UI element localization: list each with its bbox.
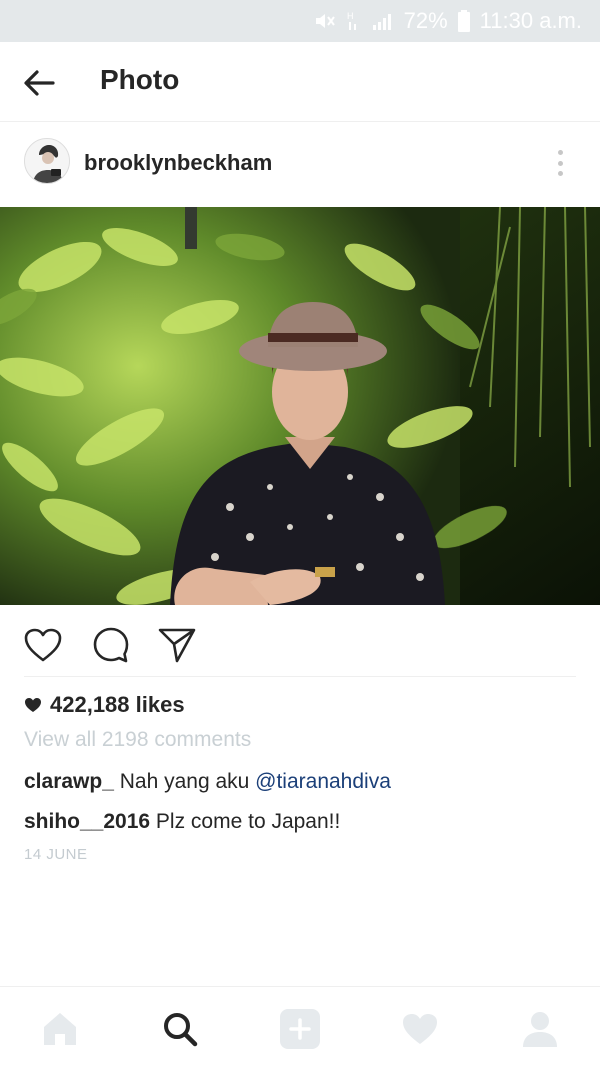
top-app-bar: Photo [0,42,600,122]
svg-text:H: H [347,11,354,21]
post-header: brooklynbeckham [0,122,600,207]
signal-icon [372,11,394,31]
likes-text: 422,188 likes [50,692,185,717]
likes-count[interactable]: 422,188 likes [24,692,185,718]
network-h-icon: H [346,10,362,32]
comment-icon[interactable] [90,625,132,665]
more-options-icon[interactable] [548,148,572,178]
bottom-navigation [0,986,600,1067]
view-all-comments-link[interactable]: View all 2198 comments [24,728,251,752]
comment-item: clarawp_ Nah yang aku @tiaranahdiva [24,770,391,794]
likes-heart-icon [25,698,41,712]
mute-icon [314,11,336,31]
status-bar: H 72% 11:30 a.m. [0,0,600,42]
back-button[interactable] [22,66,56,100]
profile-icon[interactable] [518,1007,562,1051]
status-time: 11:30 a.m. [479,8,582,33]
battery-percent: 72% [403,8,448,33]
activity-heart-icon[interactable] [398,1007,442,1051]
comment-mention[interactable]: @tiaranahdiva [255,770,391,793]
battery-icon [457,10,470,32]
avatar[interactable] [24,138,70,184]
actions-divider [24,676,576,677]
comment-text: Plz come to Japan!! [150,810,341,833]
post-photo[interactable] [0,207,600,605]
comment-username[interactable]: shiho__2016 [24,810,150,833]
send-icon[interactable] [156,625,198,665]
post-username[interactable]: brooklynbeckham [84,150,272,176]
heart-icon[interactable] [22,625,64,665]
post-actions [0,605,600,679]
comment-username[interactable]: clarawp_ [24,770,114,793]
comment-item: shiho__2016 Plz come to Japan!! [24,810,340,834]
comment-text: Nah yang aku [113,770,256,793]
page-title: Photo [100,64,180,95]
back-arrow-icon [24,70,55,96]
search-icon[interactable] [158,1007,202,1051]
home-icon[interactable] [38,1007,82,1051]
post-date: 14 JUNE [24,846,88,863]
add-icon[interactable] [278,1007,322,1051]
